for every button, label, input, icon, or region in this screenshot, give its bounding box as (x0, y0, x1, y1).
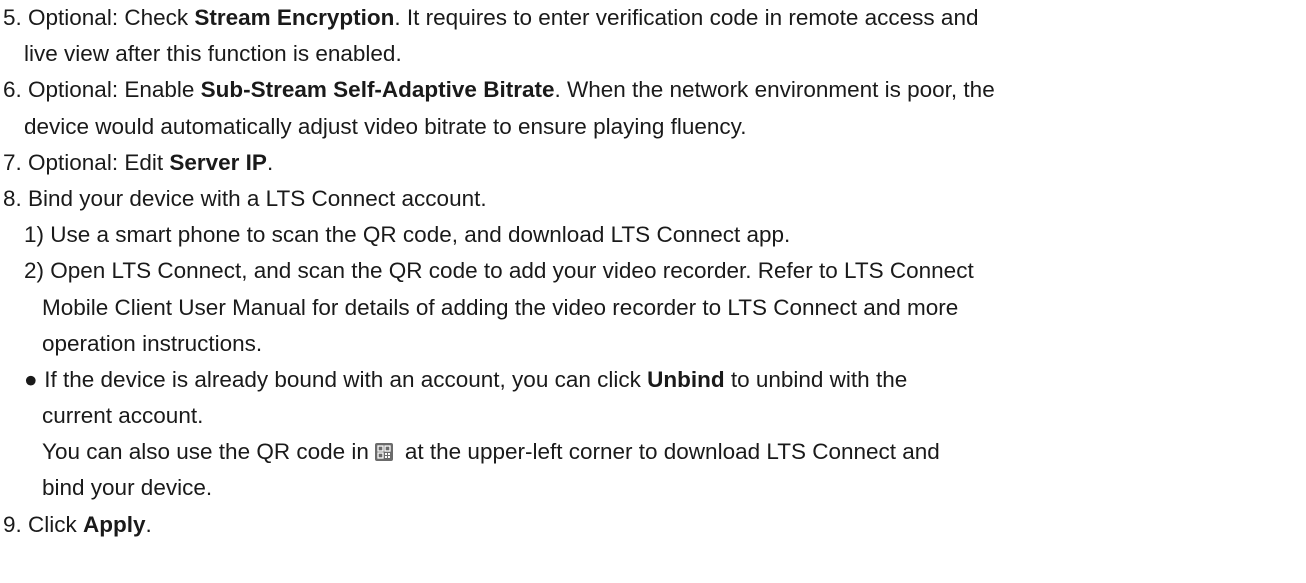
step-text: Optional: Edit (21, 149, 170, 175)
substep-8-2-line-1: 2) Open LTS Connect, and scan the QR cod… (0, 253, 1306, 289)
step-number: 8. (3, 185, 22, 211)
step-text: . (145, 511, 152, 537)
step-number: 6. (3, 77, 22, 103)
step-6-line-2: device would automatically adjust video … (0, 109, 1306, 145)
step-5-line-1: 5. Optional: Check Stream Encryption. It… (0, 0, 1306, 36)
term-apply: Apply (83, 511, 146, 537)
step-number: 7. (3, 149, 22, 175)
substep-text: 2) Open LTS Connect, and scan the QR cod… (24, 258, 974, 284)
step-5-line-2: live view after this function is enabled… (0, 36, 1306, 72)
bullet-line-4: bind your device. (0, 470, 1306, 506)
substep-text: operation instructions. (42, 330, 263, 356)
bullet-line-3: You can also use the QR code in at the up… (0, 434, 1306, 470)
substep-8-1: 1) Use a smart phone to scan the QR code… (0, 217, 1306, 253)
step-text: . It requires to enter verification code… (394, 5, 979, 30)
document-page: 5. Optional: Check Stream Encryption. It… (0, 0, 1306, 543)
substep-8-2-line-2: Mobile Client User Manual for details of… (0, 290, 1306, 326)
step-number: 9. (3, 511, 22, 537)
bullet-line-1: ● If the device is already bound with an… (0, 362, 1306, 398)
term-server-ip: Server IP (169, 149, 267, 175)
step-number: 5. (3, 5, 22, 30)
substep-text: 1) Use a smart phone to scan the QR code… (24, 222, 791, 248)
bullet-line-2: current account. (0, 398, 1306, 434)
bullet-text: at the upper-left corner to download LTS… (404, 439, 940, 465)
step-text: . When the network environment is poor, … (554, 77, 995, 103)
term-stream-encryption: Stream Encryption (194, 5, 395, 30)
term-unbind: Unbind (647, 366, 725, 392)
qr-code-icon (374, 443, 393, 462)
substep-text: Mobile Client User Manual for details of… (42, 294, 959, 320)
step-8: 8. Bind your device with a LTS Connect a… (0, 181, 1306, 217)
step-6-line-1: 6. Optional: Enable Sub-Stream Self-Adap… (0, 72, 1306, 108)
bullet-text: bind your device. (42, 475, 213, 501)
step-text: live view after this function is enabled… (24, 41, 402, 67)
step-9: 9. Click Apply. (0, 507, 1306, 543)
bullet-glyph: ● (24, 366, 38, 392)
step-text: . (266, 149, 274, 175)
term-sub-stream-bitrate: Sub-Stream Self-Adaptive Bitrate (200, 77, 555, 103)
bullet-text: to unbind with the (724, 366, 908, 392)
step-7: 7. Optional: Edit Server IP. (0, 145, 1306, 181)
bullet-text: current account. (42, 403, 204, 429)
bullet-text: You can also use the QR code in (42, 439, 369, 465)
bullet-text: If the device is already bound with an a… (44, 366, 648, 392)
step-text: Bind your device with a LTS Connect acco… (21, 185, 487, 211)
substep-8-2-line-3: operation instructions. (0, 326, 1306, 362)
step-text: Click (21, 511, 84, 537)
step-text: device would automatically adjust video … (24, 113, 747, 139)
step-text: Optional: Enable (21, 77, 201, 103)
step-text: Optional: Check (21, 5, 195, 30)
